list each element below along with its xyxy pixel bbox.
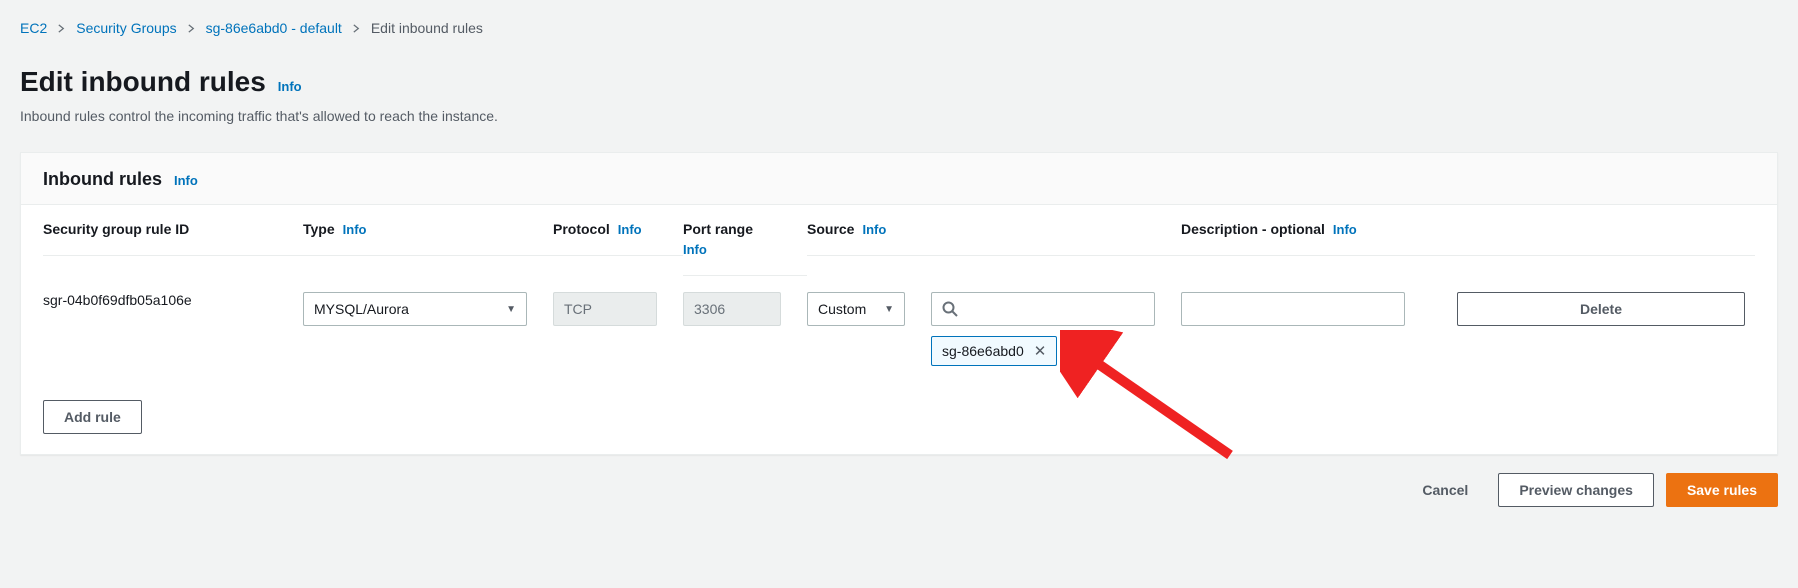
source-search-field[interactable]: [966, 301, 1147, 317]
port-range-field: 3306: [683, 292, 781, 326]
col-source-value: [931, 213, 1181, 256]
breadcrumb-current: Edit inbound rules: [371, 20, 483, 36]
chevron-right-icon: [187, 20, 196, 36]
close-icon[interactable]: ✕: [1034, 342, 1047, 360]
port-info-link[interactable]: Info: [683, 242, 707, 257]
source-tag-label: sg-86e6abd0: [942, 343, 1024, 359]
caret-down-icon: ▼: [884, 304, 894, 315]
caret-down-icon: ▼: [506, 304, 516, 315]
cancel-button[interactable]: Cancel: [1404, 473, 1486, 507]
protocol-info-link[interactable]: Info: [618, 222, 642, 237]
source-tag[interactable]: sg-86e6abd0 ✕: [931, 336, 1057, 366]
col-protocol: Protocol Info: [553, 213, 683, 256]
panel-info-link[interactable]: Info: [174, 173, 198, 188]
add-rule-button[interactable]: Add rule: [43, 400, 142, 434]
page-title: Edit inbound rules: [20, 66, 266, 98]
rule-id: sgr-04b0f69dfb05a106e: [43, 292, 293, 308]
col-description: Description - optional Info: [1181, 213, 1431, 256]
source-info-link[interactable]: Info: [862, 222, 886, 237]
protocol-field: TCP: [553, 292, 657, 326]
col-port-range: Port range Info: [683, 213, 807, 276]
breadcrumb: EC2 Security Groups sg-86e6abd0 - defaul…: [20, 20, 1778, 36]
page-description: Inbound rules control the incoming traff…: [20, 108, 1778, 124]
page-title-info-link[interactable]: Info: [278, 79, 302, 94]
chevron-right-icon: [57, 20, 66, 36]
col-source: Source Info: [807, 213, 931, 256]
chevron-right-icon: [352, 20, 361, 36]
panel-title: Inbound rules: [43, 169, 162, 190]
description-input[interactable]: [1181, 292, 1405, 326]
inbound-rules-panel: Inbound rules Info Security group rule I…: [20, 152, 1778, 455]
breadcrumb-security-groups[interactable]: Security Groups: [76, 20, 176, 36]
source-mode-select[interactable]: Custom ▼: [807, 292, 905, 326]
preview-changes-button[interactable]: Preview changes: [1498, 473, 1654, 507]
type-info-link[interactable]: Info: [343, 222, 367, 237]
type-select[interactable]: MYSQL/Aurora ▼: [303, 292, 527, 326]
col-sg-rule-id: Security group rule ID: [43, 213, 303, 256]
breadcrumb-ec2[interactable]: EC2: [20, 20, 47, 36]
delete-rule-button[interactable]: Delete: [1457, 292, 1745, 326]
footer-actions: Cancel Preview changes Save rules: [20, 455, 1778, 511]
source-search-input[interactable]: [931, 292, 1155, 326]
breadcrumb-sg[interactable]: sg-86e6abd0 - default: [206, 20, 342, 36]
save-rules-button[interactable]: Save rules: [1666, 473, 1778, 507]
col-type: Type Info: [303, 213, 553, 256]
description-info-link[interactable]: Info: [1333, 222, 1357, 237]
col-actions: [1431, 213, 1755, 256]
search-icon: [942, 301, 958, 317]
